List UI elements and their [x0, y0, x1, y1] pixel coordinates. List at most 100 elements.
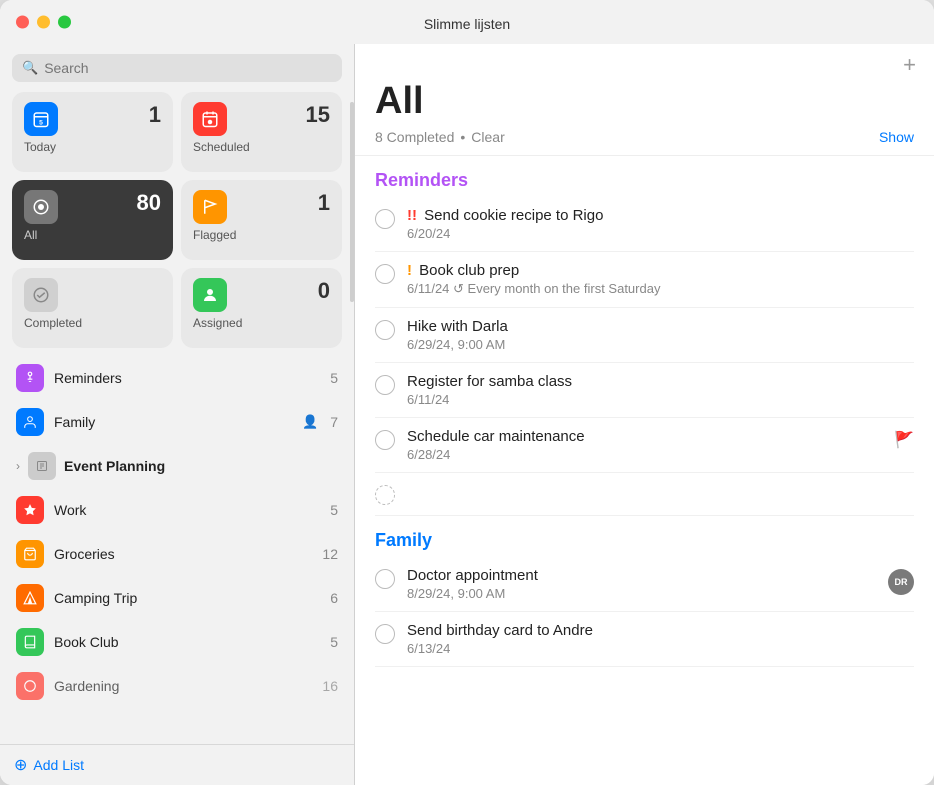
flagged-count: 1 [318, 190, 330, 216]
reminders-icon [16, 364, 44, 392]
today-icon: 5 [24, 102, 58, 136]
family-count: 7 [330, 414, 338, 430]
list-item-groceries[interactable]: Groceries 12 [4, 532, 350, 576]
all-count: 80 [137, 190, 161, 216]
task-info: Register for samba class 6/11/24 [407, 373, 914, 407]
list-item-bookclub[interactable]: Book Club 5 [4, 620, 350, 664]
task-row[interactable]: ! Book club prep 6/11/24 ↺ Every month o… [375, 252, 914, 308]
show-button[interactable]: Show [879, 129, 914, 145]
traffic-lights [16, 16, 71, 29]
smart-list-all[interactable]: 80 All [12, 180, 173, 260]
close-button[interactable] [16, 16, 29, 29]
add-list-button[interactable]: ⊕ Add List [0, 744, 354, 785]
minimize-button[interactable] [37, 16, 50, 29]
task-row[interactable]: Doctor appointment 8/29/24, 9:00 AM DR [375, 557, 914, 612]
all-label: All [24, 228, 161, 242]
groceries-name: Groceries [54, 546, 312, 562]
clear-link[interactable]: Clear [471, 129, 504, 145]
task-meta: 6/29/24, 9:00 AM [407, 337, 914, 352]
task-info: Schedule car maintenance 6/28/24 [407, 428, 882, 462]
smart-lists-grid: 5 1 Today [0, 92, 354, 356]
task-meta: 6/20/24 [407, 226, 914, 241]
today-count: 1 [149, 102, 161, 128]
sidebar: 🔍 5 1 [0, 44, 355, 785]
title-bar: Slimme lijsten [0, 0, 934, 44]
list-item-work[interactable]: Work 5 [4, 488, 350, 532]
app-window: Slimme lijsten 🔍 5 [0, 0, 934, 785]
bookclub-count: 5 [330, 634, 338, 650]
task-name: Register for samba class [407, 373, 914, 390]
fullscreen-button[interactable] [58, 16, 71, 29]
add-task-button[interactable]: + [903, 54, 916, 76]
chevron-icon: › [16, 459, 20, 473]
event-planning-name: Event Planning [64, 458, 338, 474]
assigned-count: 0 [318, 278, 330, 304]
gardening-count: 16 [322, 678, 338, 694]
gardening-icon [16, 672, 44, 700]
smart-list-assigned[interactable]: 0 Assigned [181, 268, 342, 348]
smart-list-flagged[interactable]: 1 Flagged [181, 180, 342, 260]
flag-icon: 🚩 [894, 430, 914, 450]
task-info: Doctor appointment 8/29/24, 9:00 AM [407, 567, 876, 601]
svg-text:5: 5 [39, 119, 43, 126]
all-icon [24, 190, 58, 224]
search-bar[interactable]: 🔍 [12, 54, 342, 82]
camping-count: 6 [330, 590, 338, 606]
family-shared-icon: 👤 [302, 414, 318, 430]
avatar-badge: DR [888, 569, 914, 595]
list-item-gardening[interactable]: Gardening 16 [4, 664, 350, 708]
task-info: ! Book club prep 6/11/24 ↺ Every month o… [407, 262, 914, 297]
search-input[interactable] [44, 60, 332, 76]
task-circle-new[interactable] [375, 485, 395, 505]
task-info: Hike with Darla 6/29/24, 9:00 AM [407, 318, 914, 352]
flagged-label: Flagged [193, 228, 330, 242]
task-circle[interactable] [375, 624, 395, 644]
priority-icon: ! [407, 262, 412, 279]
task-row[interactable]: Register for samba class 6/11/24 [375, 363, 914, 418]
bookclub-name: Book Club [54, 634, 320, 650]
task-row[interactable]: !! Send cookie recipe to Rigo 6/20/24 [375, 197, 914, 252]
section-heading-family: Family [375, 516, 914, 557]
smart-list-completed[interactable]: Completed [12, 268, 173, 348]
task-circle[interactable] [375, 320, 395, 340]
camping-icon [16, 584, 44, 612]
task-row[interactable]: Send birthday card to Andre 6/13/24 [375, 612, 914, 667]
scheduled-icon [193, 102, 227, 136]
gardening-name: Gardening [54, 678, 312, 694]
task-row[interactable]: Schedule car maintenance 6/28/24 🚩 [375, 418, 914, 473]
list-item-family[interactable]: Family 👤 7 [4, 400, 350, 444]
task-circle[interactable] [375, 375, 395, 395]
task-meta: 8/29/24, 9:00 AM [407, 586, 876, 601]
task-meta: 6/11/24 [407, 392, 914, 407]
work-name: Work [54, 502, 320, 518]
task-circle[interactable] [375, 209, 395, 229]
completed-count-label: 8 Completed [375, 129, 454, 145]
list-item-camping[interactable]: Camping Trip 6 [4, 576, 350, 620]
section-heading-reminders: Reminders [375, 156, 914, 197]
list-item-reminders[interactable]: Reminders 5 [4, 356, 350, 400]
work-icon [16, 496, 44, 524]
family-name: Family [54, 414, 292, 430]
camping-name: Camping Trip [54, 590, 320, 606]
task-name: ! Book club prep [407, 262, 914, 279]
task-name: Hike with Darla [407, 318, 914, 335]
task-circle[interactable] [375, 569, 395, 589]
smart-list-scheduled[interactable]: 15 Scheduled [181, 92, 342, 172]
task-circle[interactable] [375, 430, 395, 450]
groceries-count: 12 [322, 546, 338, 562]
bookclub-icon [16, 628, 44, 656]
group-event-planning[interactable]: › Event Planning [4, 444, 350, 488]
reminders-name: Reminders [54, 370, 320, 386]
reminders-count: 5 [330, 370, 338, 386]
task-circle[interactable] [375, 264, 395, 284]
main-header: + [355, 44, 934, 80]
today-label: Today [24, 140, 161, 154]
list-section: Reminders 5 Family 👤 7 [0, 356, 354, 744]
smart-list-today[interactable]: 5 1 Today [12, 92, 173, 172]
task-row[interactable]: Hike with Darla 6/29/24, 9:00 AM [375, 308, 914, 363]
window-title: Slimme lijsten [424, 16, 510, 32]
search-icon: 🔍 [22, 60, 38, 76]
task-row-new[interactable] [375, 473, 914, 516]
assigned-label: Assigned [193, 316, 330, 330]
add-list-label: Add List [33, 757, 84, 773]
